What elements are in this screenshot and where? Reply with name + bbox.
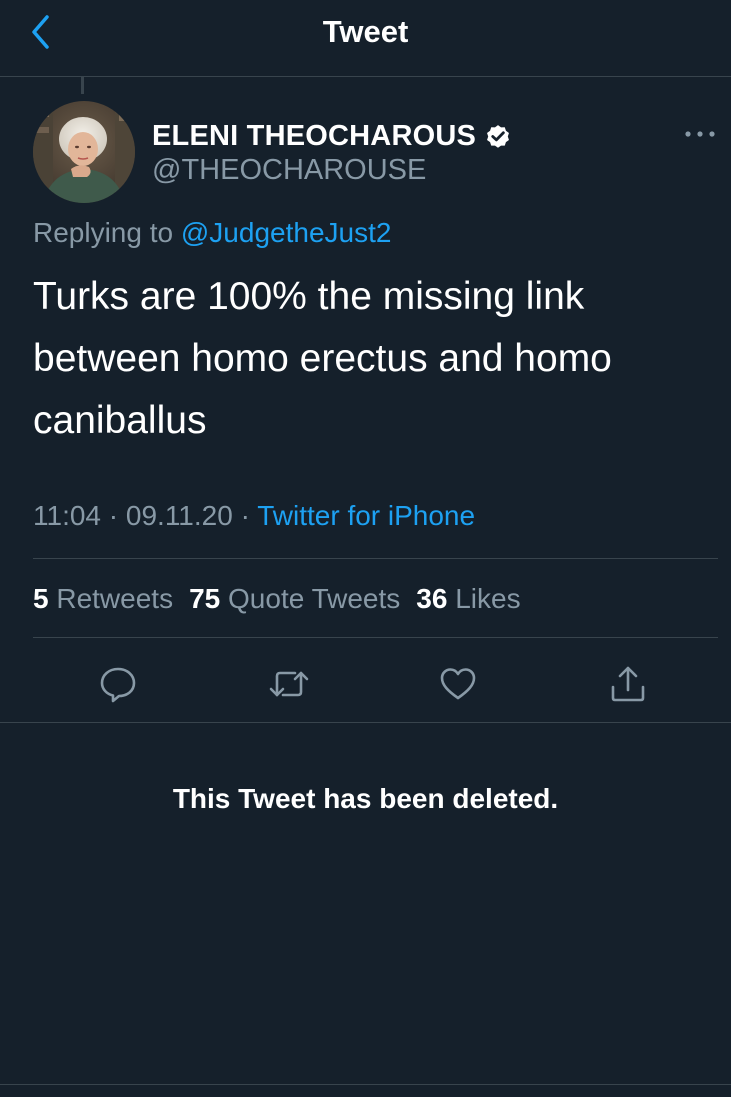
reply-icon <box>100 667 136 703</box>
retweet-button[interactable] <box>267 662 311 706</box>
quote-tweets-count: 75 <box>189 583 221 614</box>
more-options-button[interactable] <box>680 122 720 146</box>
replying-to-handle-link[interactable]: @JudgetheJust2 <box>181 217 392 248</box>
deleted-tweet-notice: This Tweet has been deleted. <box>172 783 559 814</box>
likes-label: Likes <box>455 583 521 614</box>
tweet-source-link[interactable]: Twitter for iPhone <box>257 500 475 531</box>
meta-separator: · <box>108 500 119 531</box>
author-handle[interactable]: @THEOCHAROUSE <box>152 154 426 187</box>
tweet-detail-screen: Tweet ELENI THEOCHAROUS @THEOCHAROUSE Re… <box>0 0 731 1097</box>
like-icon <box>440 668 476 700</box>
retweets-stat[interactable]: 5 Retweets <box>33 580 173 618</box>
quote-tweets-stat[interactable]: 75 Quote Tweets <box>189 580 400 618</box>
replying-to: Replying to @JudgetheJust2 <box>33 214 391 252</box>
retweets-count: 5 <box>33 583 49 614</box>
likes-count: 36 <box>416 583 448 614</box>
author-display-name[interactable]: ELENI THEOCHAROUS <box>152 120 476 153</box>
like-button[interactable] <box>436 662 480 706</box>
tweet-body-text: Turks are 100% the missing link between … <box>33 275 612 442</box>
author-name-row[interactable]: ELENI THEOCHAROUS <box>152 116 512 156</box>
profile-photo <box>33 101 135 203</box>
thread-connector-line <box>81 77 84 94</box>
share-icon <box>611 666 645 702</box>
retweets-label: Retweets <box>56 583 174 614</box>
tweet-timestamp-line: 11:04 · 09.11.20 · Twitter for iPhone <box>33 497 475 535</box>
more-horizontal-icon <box>685 131 715 137</box>
divider <box>33 558 718 559</box>
share-button[interactable] <box>606 662 650 706</box>
verified-badge-icon <box>487 125 509 148</box>
engagement-stats: 5 Retweets 75 Quote Tweets 36 Likes <box>33 580 537 618</box>
avatar[interactable] <box>33 101 135 203</box>
divider <box>33 637 718 638</box>
section-divider <box>0 722 731 723</box>
retweet-icon <box>269 671 309 697</box>
replying-to-label: Replying to <box>33 217 174 248</box>
reply-button[interactable] <box>96 662 140 706</box>
top-nav-bar: Tweet <box>0 0 731 77</box>
meta-separator: · <box>240 500 250 531</box>
tweet-date: 09.11.20 <box>125 500 233 531</box>
likes-stat[interactable]: 36 Likes <box>416 580 520 618</box>
quote-tweets-label: Quote Tweets <box>228 583 401 614</box>
section-divider <box>0 1084 731 1085</box>
tweet-time: 11:04 <box>33 500 101 531</box>
page-title: Tweet <box>322 14 409 49</box>
